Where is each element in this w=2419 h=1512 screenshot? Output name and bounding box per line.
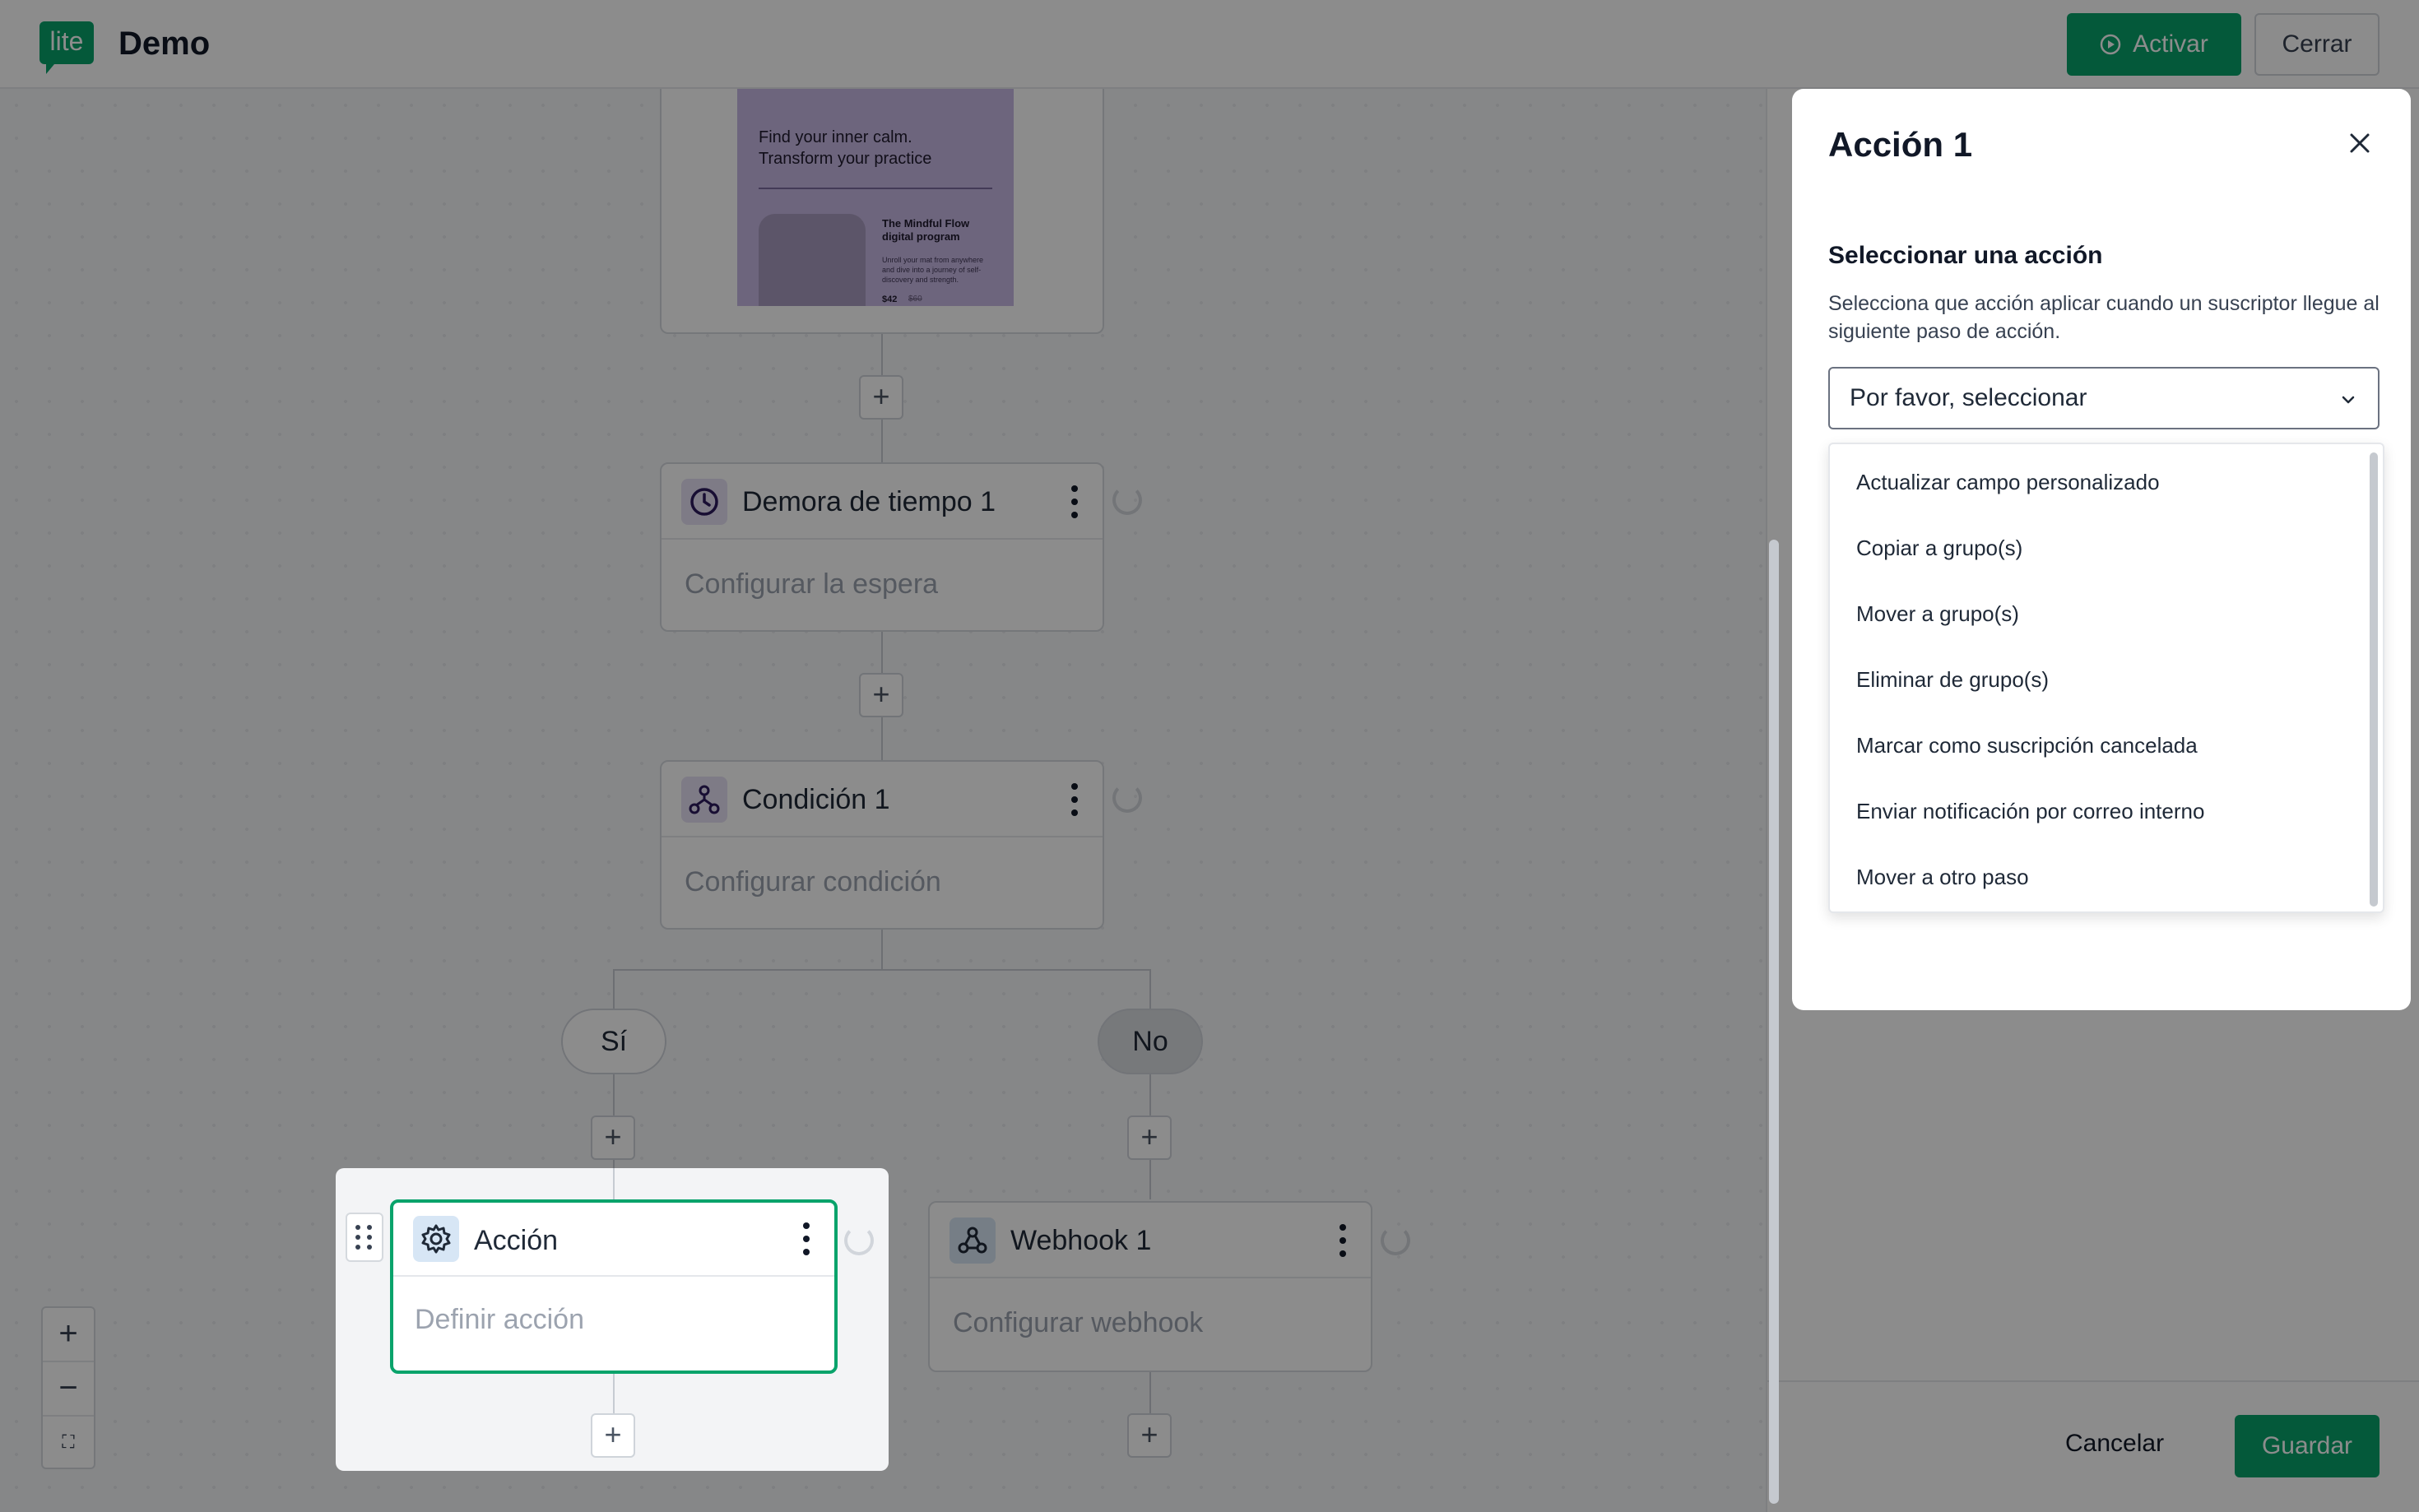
action-modal: Acción 1 Seleccionar una acción Seleccio… xyxy=(1792,89,2411,1010)
action-node-title: Acción xyxy=(474,1225,559,1256)
option-update-custom-field[interactable]: Actualizar campo personalizado xyxy=(1856,467,2160,497)
drag-handle-icon[interactable] xyxy=(346,1213,383,1262)
sidebar-scrollbar[interactable] xyxy=(1769,540,1779,1504)
close-icon[interactable] xyxy=(2342,125,2378,161)
select-action-description: Selecciona que acción aplicar cuando un … xyxy=(1828,292,2380,343)
action-node[interactable]: Acción Definir acción xyxy=(390,1199,838,1374)
kebab-menu-icon[interactable] xyxy=(798,1222,815,1255)
option-remove-from-groups[interactable]: Eliminar de grupo(s) xyxy=(1856,665,2049,694)
connector xyxy=(613,1168,615,1201)
loading-spinner-icon xyxy=(844,1226,874,1255)
add-step-button[interactable]: + xyxy=(591,1413,635,1458)
gear-icon xyxy=(413,1216,459,1262)
dropdown-scrollbar[interactable] xyxy=(2370,452,2378,907)
connector xyxy=(613,1374,615,1413)
modal-title: Acción 1 xyxy=(1828,125,1973,164)
action-node-subtitle: Definir acción xyxy=(415,1304,584,1335)
action-select[interactable]: Por favor, seleccionar xyxy=(1828,367,2380,429)
option-move-to-groups[interactable]: Mover a grupo(s) xyxy=(1856,599,2019,628)
option-copy-to-groups[interactable]: Copiar a grupo(s) xyxy=(1856,533,2022,563)
option-send-internal-email[interactable]: Enviar notificación por correo interno xyxy=(1856,796,2204,826)
action-options-dropdown: Actualizar campo personalizado Copiar a … xyxy=(1828,443,2384,913)
select-action-label: Seleccionar una acción xyxy=(1828,242,2103,269)
option-mark-unsubscribed[interactable]: Marcar como suscripción cancelada xyxy=(1856,730,2198,760)
chevron-down-icon xyxy=(2342,396,2355,404)
action-select-value: Por favor, seleccionar xyxy=(1850,384,2087,411)
option-move-to-step[interactable]: Mover a otro paso xyxy=(1856,862,2029,892)
